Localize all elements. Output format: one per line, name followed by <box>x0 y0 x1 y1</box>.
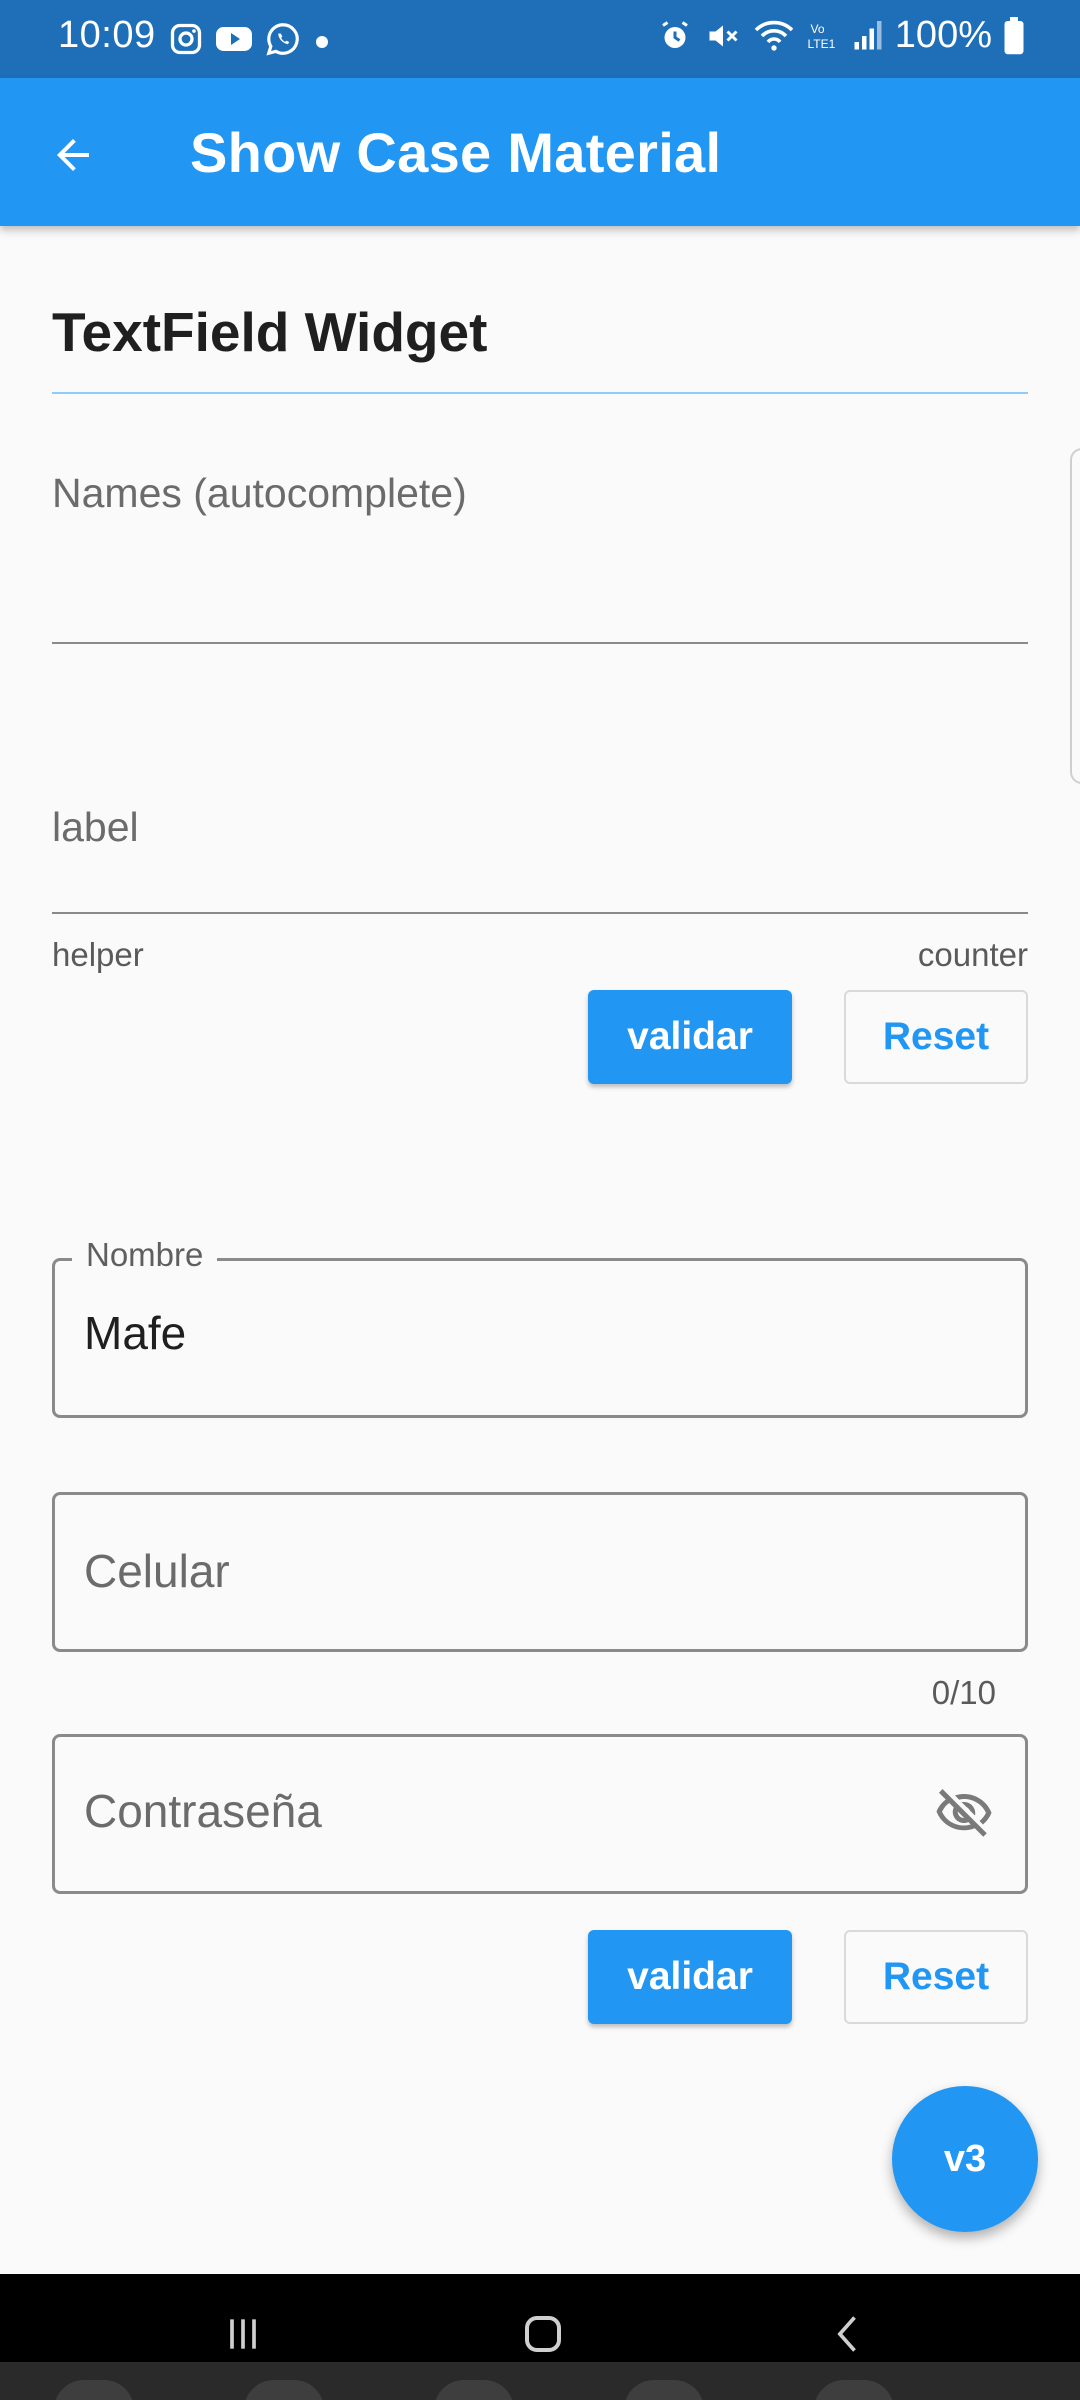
status-time: 10:09 <box>58 14 156 56</box>
system-status-icons: Vo LTE1 100% <box>657 14 1024 57</box>
app-bar-title: Show Case Material <box>190 121 722 184</box>
volte-icon: VoLTE1 <box>807 22 835 51</box>
counter-text: counter <box>917 936 1028 973</box>
section-divider <box>52 392 1028 394</box>
instagram-icon <box>170 23 202 55</box>
alarm-icon <box>661 20 688 48</box>
section-title: TextField Widget <box>52 301 488 363</box>
home-button[interactable] <box>498 2304 588 2364</box>
visibility-off-icon <box>936 1789 992 1837</box>
nombre-field-value: Mafe <box>84 1307 187 1359</box>
whatsapp-icon <box>266 23 299 56</box>
svg-text:Vo: Vo <box>810 22 824 36</box>
battery-icon <box>1004 16 1024 54</box>
reset-button-1[interactable]: Reset <box>844 990 1028 1084</box>
bottom-peek-bar <box>0 2362 1080 2400</box>
version-fab[interactable]: v3 <box>892 2086 1038 2232</box>
nav-back-button[interactable] <box>804 2304 894 2364</box>
helper-text: helper <box>52 936 144 973</box>
mute-icon <box>709 25 738 46</box>
wifi-icon <box>754 20 794 51</box>
validate-button-2[interactable]: validar <box>588 1930 792 2024</box>
status-bar: 10:09 Vo LTE1 100% <box>0 0 1080 78</box>
home-icon <box>525 2316 561 2352</box>
back-button[interactable] <box>40 122 106 188</box>
password-field-placeholder: Contraseña <box>84 1785 322 1837</box>
label-field-underline <box>52 912 1028 914</box>
nombre-field[interactable] <box>52 1258 1028 1418</box>
reset-button-2[interactable]: Reset <box>844 1930 1028 2024</box>
nombre-field-label: Nombre <box>72 1236 218 1274</box>
signal-icon <box>854 20 882 49</box>
arrow-back-icon <box>57 139 89 171</box>
youtube-icon <box>216 27 252 51</box>
names-field-label: Names (autocomplete) <box>52 470 467 516</box>
visibility-toggle-button[interactable] <box>932 1782 996 1846</box>
recent-apps-icon <box>230 2319 256 2349</box>
svg-text:LTE1: LTE1 <box>807 37 835 51</box>
dot-icon <box>316 36 328 48</box>
back-icon <box>837 2316 856 2352</box>
names-field-underline <box>52 642 1028 644</box>
validate-button-1[interactable]: validar <box>588 990 792 1084</box>
celular-field-placeholder: Celular <box>84 1545 230 1597</box>
scrollbar-edge[interactable] <box>1070 448 1080 784</box>
recent-apps-button[interactable] <box>198 2304 288 2364</box>
celular-counter: 0/10 <box>931 1674 996 1711</box>
label-field-label: label <box>52 804 139 850</box>
battery-percent: 100% <box>894 14 992 56</box>
app-bar: Show Case Material <box>0 78 1080 226</box>
notification-icons <box>168 20 332 58</box>
